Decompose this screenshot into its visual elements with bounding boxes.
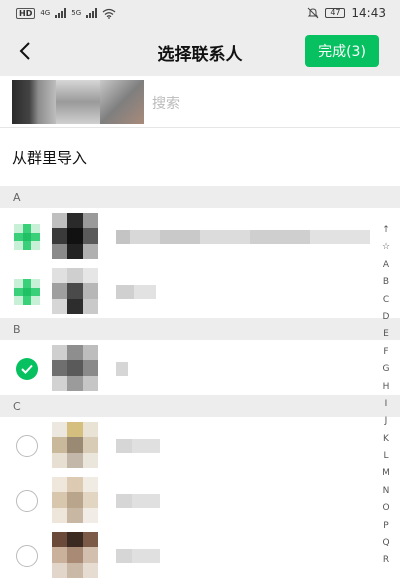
- section-header-c: C: [0, 395, 400, 417]
- contact-name: [116, 439, 160, 453]
- index-letter[interactable]: C: [383, 292, 389, 309]
- index-letter[interactable]: R: [383, 552, 389, 569]
- index-letter[interactable]: D: [383, 309, 390, 326]
- index-letter[interactable]: Q: [382, 535, 389, 552]
- status-left: HD 4G 5G: [16, 7, 116, 19]
- checkbox[interactable]: [16, 490, 38, 512]
- index-letter[interactable]: G: [383, 361, 390, 378]
- avatar: [52, 268, 98, 314]
- signal-label-1: 4G: [40, 9, 51, 17]
- contact-name: [116, 285, 156, 299]
- index-letter[interactable]: P: [383, 518, 388, 535]
- back-button[interactable]: [10, 36, 40, 66]
- index-star[interactable]: ☆: [382, 239, 390, 256]
- contact-row[interactable]: [0, 527, 370, 582]
- contact-row[interactable]: [0, 417, 370, 472]
- index-letter[interactable]: J: [385, 413, 388, 430]
- index-letter[interactable]: L: [383, 448, 388, 465]
- contact-name: [116, 230, 370, 244]
- avatar: [52, 422, 98, 468]
- avatar: [52, 345, 98, 391]
- selected-avatars: [12, 80, 144, 124]
- wifi-icon: [102, 8, 116, 19]
- import-label: 从群里导入: [12, 148, 88, 167]
- selected-avatar[interactable]: [56, 80, 100, 124]
- index-letter[interactable]: I: [385, 396, 388, 413]
- index-letter[interactable]: H: [383, 379, 390, 396]
- search-bar[interactable]: 搜索: [0, 76, 400, 128]
- selected-avatar[interactable]: [100, 80, 144, 124]
- signal-icon: [55, 8, 67, 18]
- checkbox-disabled: [14, 279, 40, 305]
- battery-indicator: 47: [325, 8, 346, 18]
- done-button[interactable]: 完成(3): [305, 35, 379, 67]
- index-letter[interactable]: F: [383, 344, 388, 361]
- contact-row[interactable]: [0, 340, 370, 395]
- signal-icon-2: [86, 8, 98, 18]
- checkmark-icon: [21, 364, 33, 374]
- nav-header: 选择联系人 完成(3): [0, 26, 400, 76]
- signal-label-2: 5G: [71, 9, 82, 17]
- contact-row[interactable]: [0, 263, 370, 318]
- hd-badge: HD: [16, 7, 36, 19]
- avatar: [52, 477, 98, 523]
- alphabet-index-bar[interactable]: ↑ ☆ A B C D E F G H I J K L M N O P Q R: [378, 222, 394, 570]
- section-header-a: A: [0, 186, 400, 208]
- index-letter[interactable]: B: [383, 274, 389, 291]
- avatar: [52, 532, 98, 578]
- bell-off-icon: [308, 7, 319, 19]
- contact-row[interactable]: [0, 208, 370, 263]
- section-header-b: B: [0, 318, 400, 340]
- contact-row[interactable]: [0, 472, 370, 527]
- status-right: 47 14:43: [307, 6, 386, 20]
- contact-name: [116, 549, 160, 563]
- index-letter[interactable]: E: [383, 326, 389, 343]
- status-time: 14:43: [351, 6, 386, 20]
- index-letter[interactable]: M: [382, 465, 390, 482]
- chevron-left-icon: [19, 42, 30, 60]
- contact-name: [116, 362, 128, 376]
- checkbox-disabled: [14, 224, 40, 250]
- index-letter[interactable]: K: [383, 431, 389, 448]
- search-input[interactable]: 搜索: [152, 93, 180, 113]
- checkbox-checked[interactable]: [16, 358, 38, 380]
- index-letter[interactable]: O: [382, 500, 389, 517]
- checkbox[interactable]: [16, 545, 38, 567]
- checkbox[interactable]: [16, 435, 38, 457]
- index-letter[interactable]: N: [383, 483, 390, 500]
- status-bar: HD 4G 5G 47 14:43: [0, 0, 400, 26]
- index-letter[interactable]: A: [383, 257, 389, 274]
- contact-name: [116, 494, 160, 508]
- import-from-group[interactable]: 从群里导入: [0, 128, 400, 186]
- selected-avatar[interactable]: [12, 80, 56, 124]
- index-up-arrow[interactable]: ↑: [382, 222, 390, 239]
- avatar: [52, 213, 98, 259]
